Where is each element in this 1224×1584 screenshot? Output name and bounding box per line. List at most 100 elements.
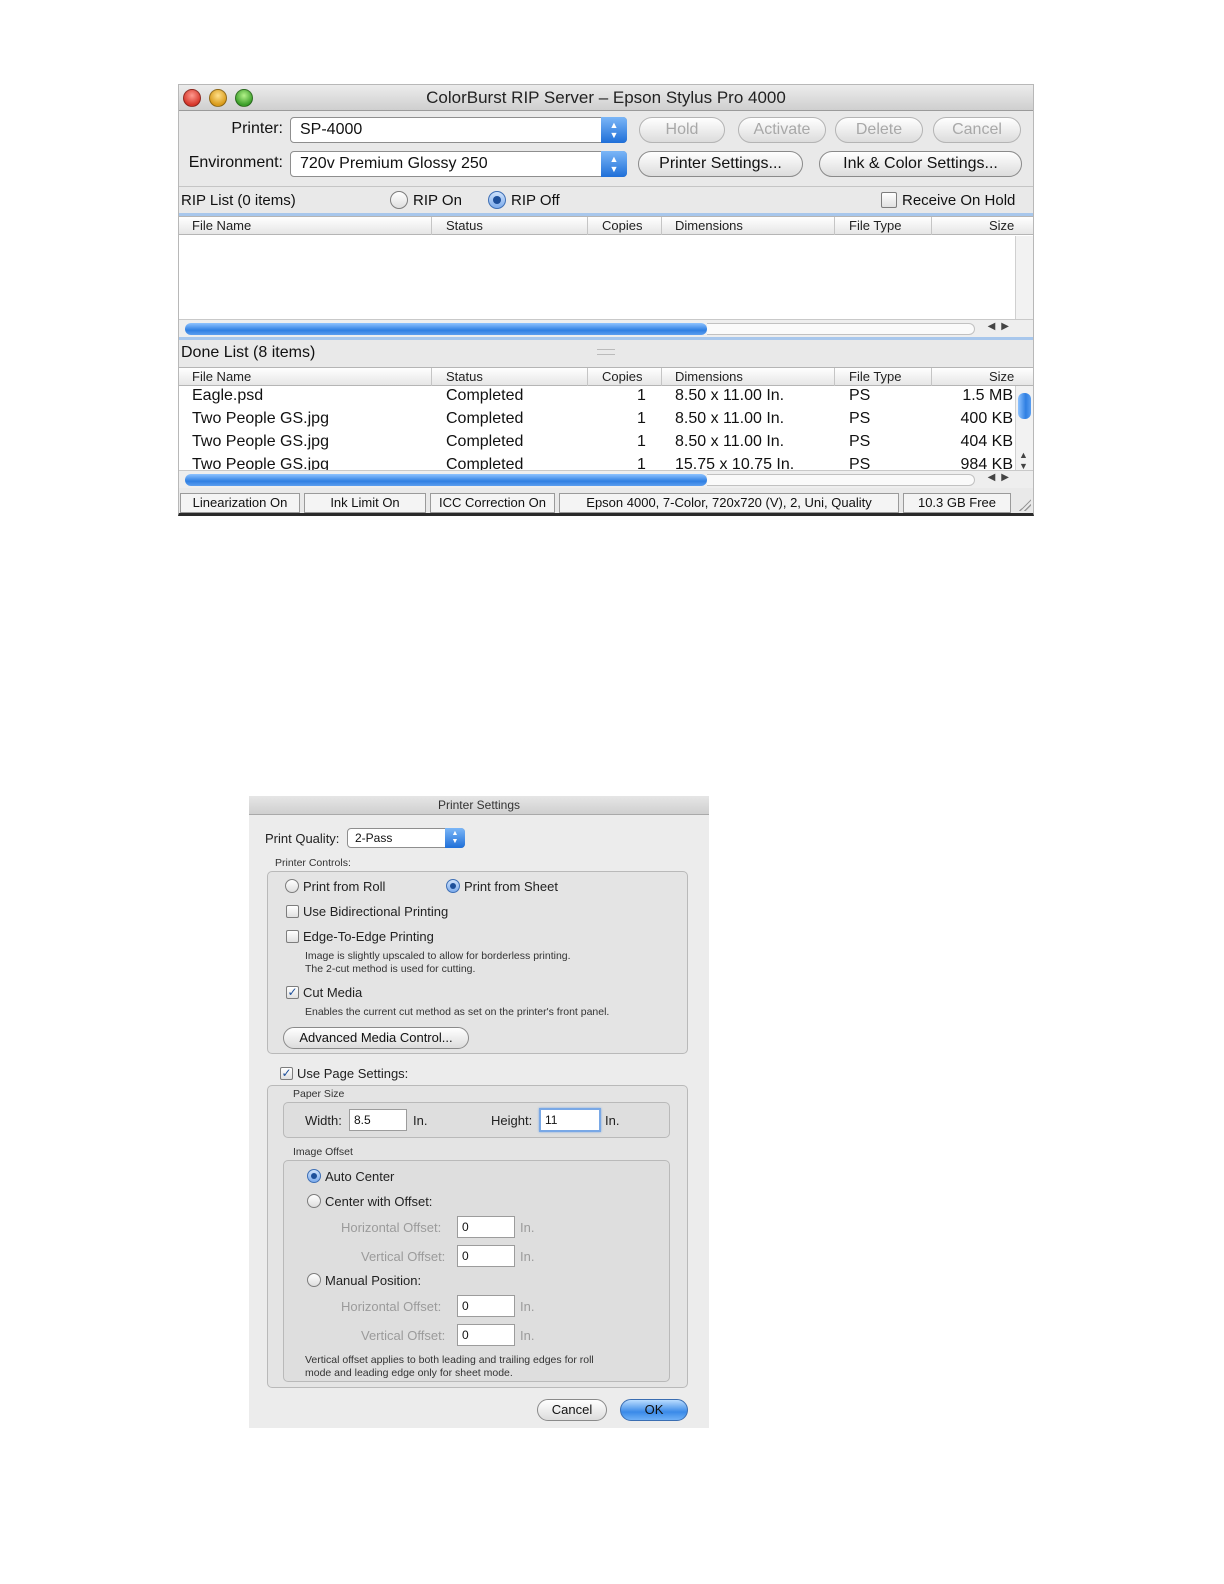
cell-status: Completed <box>446 433 524 450</box>
done-list-hscroll[interactable]: ◀▶ <box>179 470 1033 488</box>
manual-horizontal-offset-field[interactable]: 0 <box>457 1295 515 1317</box>
cut-media-checkbox[interactable]: ✓ <box>286 986 299 999</box>
width-field[interactable]: 8.5 <box>349 1109 407 1131</box>
center-vertical-offset-label: Vertical Offset: <box>361 1249 446 1264</box>
center-vertical-offset-field[interactable]: 0 <box>457 1245 515 1267</box>
column-status[interactable]: Status <box>446 218 483 233</box>
scroll-thumb[interactable] <box>185 474 707 486</box>
cancel-button[interactable]: Cancel <box>537 1399 607 1421</box>
center-with-offset-radio[interactable] <box>307 1194 321 1208</box>
print-from-roll-radio[interactable] <box>285 879 299 893</box>
done-list-table[interactable]: Eagle.psd Completed 1 8.50 x 11.00 In. P… <box>179 386 1033 472</box>
center-horizontal-offset-unit: In. <box>520 1220 535 1235</box>
cell-file-type: PS <box>849 410 871 427</box>
bidirectional-label[interactable]: Use Bidirectional Printing <box>303 904 448 919</box>
column-size[interactable]: Size <box>989 218 1014 233</box>
updown-arrows-icon: ▲ ▼ <box>601 117 627 143</box>
scroll-arrows-icon[interactable]: ◀▶ <box>988 472 1015 483</box>
printer-label: Printer: <box>231 120 283 137</box>
width-unit: In. <box>413 1113 428 1128</box>
cut-media-note: Enables the current cut method as set on… <box>305 1006 610 1018</box>
ink-color-settings-button[interactable]: Ink & Color Settings... <box>819 151 1022 177</box>
printer-settings-button[interactable]: Printer Settings... <box>638 151 803 177</box>
manual-position-label[interactable]: Manual Position: <box>325 1273 421 1288</box>
width-label: Width: <box>305 1113 342 1128</box>
table-row[interactable]: Two People GS.jpg Completed 1 8.50 x 11.… <box>179 432 1015 455</box>
auto-center-radio[interactable] <box>307 1169 321 1183</box>
print-quality-select[interactable]: 2-Pass ▲ ▼ <box>347 828 465 848</box>
rip-on-label[interactable]: RIP On <box>413 192 462 209</box>
printer-controls-label: Printer Controls: <box>275 857 351 869</box>
scroll-arrows-icon[interactable]: ▲ ▼ <box>1019 450 1028 472</box>
done-list-vscroll[interactable]: ▲ ▼ <box>1015 386 1033 472</box>
print-from-sheet-label[interactable]: Print from Sheet <box>464 879 558 894</box>
column-file-type[interactable]: File Type <box>849 369 902 384</box>
column-file-type[interactable]: File Type <box>849 218 902 233</box>
height-field[interactable]: 11 <box>539 1108 601 1132</box>
use-page-settings-checkbox[interactable]: ✓ <box>280 1067 293 1080</box>
activate-button[interactable]: Activate <box>738 117 826 143</box>
split-handle-icon[interactable] <box>597 349 615 355</box>
bidirectional-checkbox[interactable] <box>286 905 299 918</box>
title-bar[interactable]: ColorBurst RIP Server – Epson Stylus Pro… <box>179 85 1033 111</box>
manual-horizontal-offset-unit: In. <box>520 1299 535 1314</box>
printer-select[interactable]: SP-4000 ▲ ▼ <box>290 117 627 143</box>
table-row[interactable]: Two People GS.jpg Completed 1 8.50 x 11.… <box>179 409 1015 432</box>
cell-file-type: PS <box>849 387 871 404</box>
edge-to-edge-label[interactable]: Edge-To-Edge Printing <box>303 929 434 944</box>
manual-position-radio[interactable] <box>307 1273 321 1287</box>
status-printer-info: Epson 4000, 7-Color, 720x720 (V), 2, Uni… <box>559 493 899 513</box>
scroll-arrows-icon[interactable]: ◀▶ <box>988 321 1015 332</box>
status-disk-free: 10.3 GB Free <box>903 493 1011 513</box>
updown-arrows-icon: ▲ ▼ <box>445 828 465 848</box>
delete-button[interactable]: Delete <box>835 117 923 143</box>
auto-center-label[interactable]: Auto Center <box>325 1169 394 1184</box>
table-row[interactable]: Eagle.psd Completed 1 8.50 x 11.00 In. P… <box>179 386 1015 409</box>
column-size[interactable]: Size <box>989 369 1014 384</box>
column-status[interactable]: Status <box>446 369 483 384</box>
column-copies[interactable]: Copies <box>602 218 642 233</box>
advanced-media-control-button[interactable]: Advanced Media Control... <box>283 1027 469 1049</box>
receive-on-hold-label[interactable]: Receive On Hold <box>902 192 1015 209</box>
rip-off-label[interactable]: RIP Off <box>511 192 560 209</box>
use-page-settings-label[interactable]: Use Page Settings: <box>297 1066 408 1081</box>
column-file-name[interactable]: File Name <box>192 218 251 233</box>
cell-status: Completed <box>446 387 524 404</box>
updown-arrows-icon: ▲ ▼ <box>601 151 627 177</box>
center-with-offset-label[interactable]: Center with Offset: <box>325 1194 432 1209</box>
print-quality-value: 2-Pass <box>355 831 393 845</box>
ok-button[interactable]: OK <box>620 1399 688 1421</box>
environment-select[interactable]: 720v Premium Glossy 250 ▲ ▼ <box>290 151 627 177</box>
column-copies[interactable]: Copies <box>602 369 642 384</box>
edge-note-line1: Image is slightly upscaled to allow for … <box>305 950 571 962</box>
manual-vertical-offset-unit: In. <box>520 1328 535 1343</box>
print-from-roll-label[interactable]: Print from Roll <box>303 879 385 894</box>
hold-button[interactable]: Hold <box>639 117 725 143</box>
printer-settings-dialog: Printer Settings Print Quality: 2-Pass ▲… <box>249 796 709 1428</box>
cut-media-label[interactable]: Cut Media <box>303 985 362 1000</box>
cell-dimensions: 8.50 x 11.00 In. <box>675 387 785 404</box>
scroll-thumb[interactable] <box>1018 393 1031 419</box>
status-icc-correction: ICC Correction On <box>430 493 555 513</box>
cancel-job-button[interactable]: Cancel <box>933 117 1021 143</box>
resize-grip-icon[interactable] <box>1019 499 1031 511</box>
cell-file-name: Two People GS.jpg <box>192 433 329 450</box>
edge-to-edge-checkbox[interactable] <box>286 930 299 943</box>
receive-on-hold-checkbox[interactable] <box>881 192 897 208</box>
status-ink-limit: Ink Limit On <box>304 493 426 513</box>
manual-vertical-offset-field[interactable]: 0 <box>457 1324 515 1346</box>
rip-list-vscroll[interactable] <box>1015 236 1033 320</box>
rip-on-radio[interactable] <box>390 191 408 209</box>
image-offset-label: Image Offset <box>293 1146 353 1158</box>
rip-list-title: RIP List (0 items) <box>181 192 296 209</box>
print-from-sheet-radio[interactable] <box>446 879 460 893</box>
window-title: ColorBurst RIP Server – Epson Stylus Pro… <box>426 88 786 107</box>
rip-off-radio[interactable] <box>488 191 506 209</box>
column-dimensions[interactable]: Dimensions <box>675 218 743 233</box>
column-file-name[interactable]: File Name <box>192 369 251 384</box>
manual-vertical-offset-label: Vertical Offset: <box>361 1328 446 1343</box>
rip-list-hscroll[interactable]: ◀▶ <box>179 319 1033 337</box>
column-dimensions[interactable]: Dimensions <box>675 369 743 384</box>
center-horizontal-offset-field[interactable]: 0 <box>457 1216 515 1238</box>
scroll-thumb[interactable] <box>185 323 707 335</box>
